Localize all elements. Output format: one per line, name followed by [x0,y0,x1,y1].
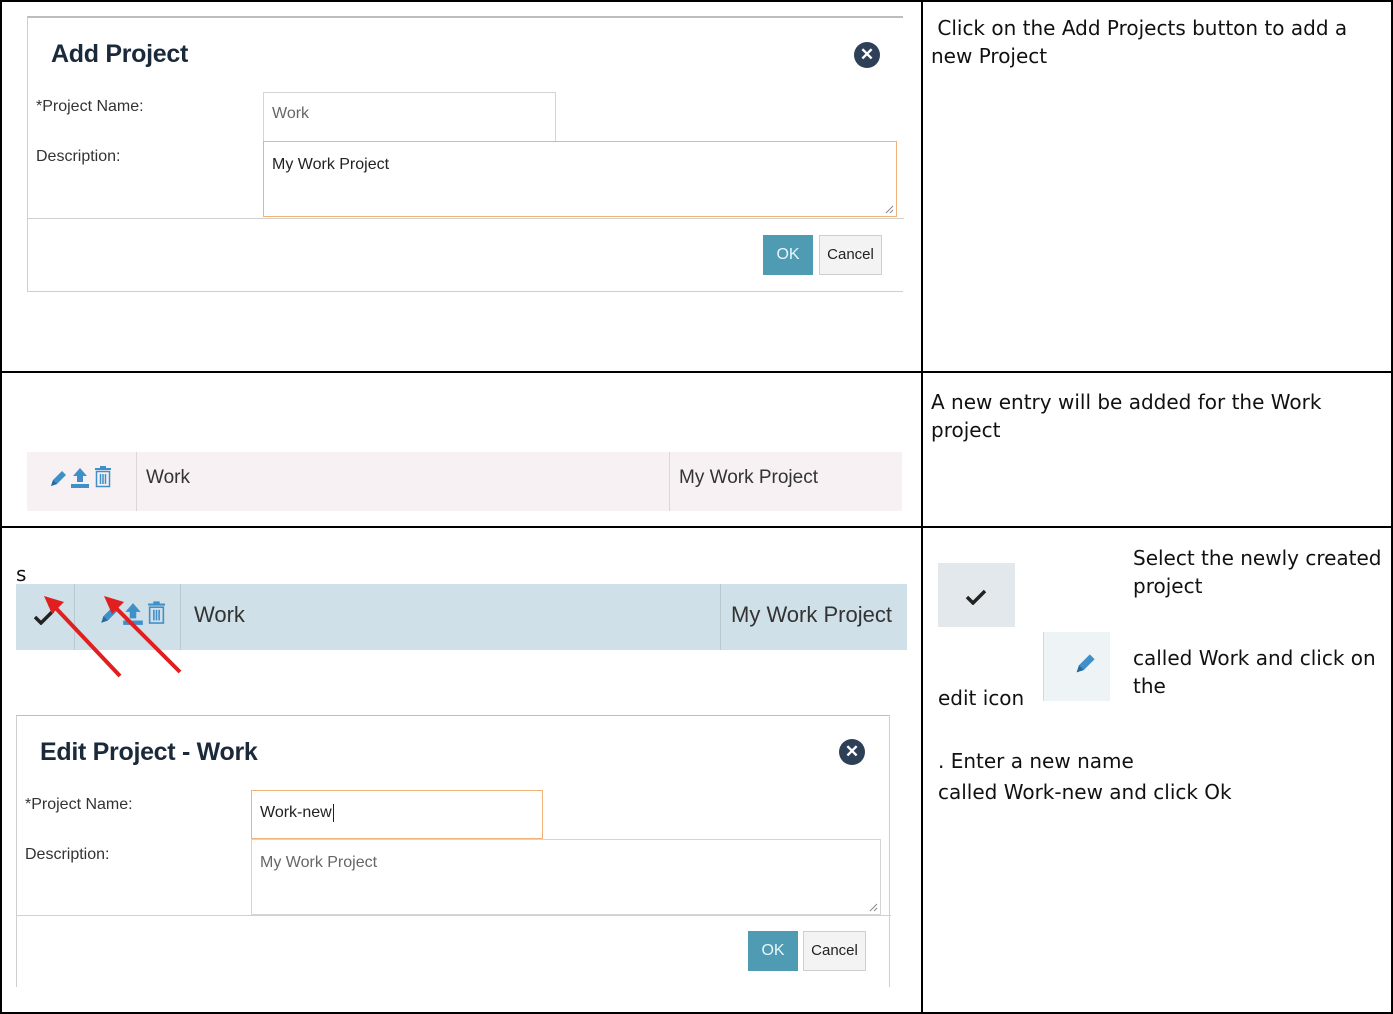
grid-column-divider [669,452,670,511]
grid-column-divider [720,584,721,650]
project-name-cell: Work [146,467,190,488]
instruction-select-project: Select the newly created project [1133,546,1382,598]
pencil-icon-preview [1043,632,1110,701]
pencil-icon [1076,654,1095,673]
description-textarea[interactable]: My Work Project [263,141,897,217]
resize-grip-icon[interactable] [868,902,878,912]
trash-icon[interactable] [94,466,112,488]
resize-grip-icon[interactable] [884,204,894,214]
add-project-dialog: Add Project ✕ *Project Name: Work Descri… [27,16,904,292]
table-row-divider-1 [0,371,1393,373]
table-column-divider [921,0,923,1014]
close-icon[interactable]: ✕ [854,42,880,68]
table-border-top [0,0,1393,2]
grid-column-divider [136,452,137,511]
table-border-left [0,0,2,1014]
checkmark-icon [965,589,987,605]
instruction-called-work: called Work and click on the [1133,646,1376,698]
instruction-add-project: Click on the Add Projects button to add … [931,14,1381,70]
project-name-input[interactable]: Work-new [251,790,543,839]
project-name-input[interactable]: Work [263,92,556,142]
instruction-text: Click on the Add Projects button to add … [931,16,1348,68]
dialog-title: Add Project [51,40,188,68]
project-description-cell: My Work Project [731,602,892,627]
instruction-called-work-new: called Work-new and click Ok [938,780,1232,804]
text-cursor [332,804,334,822]
upload-icon[interactable] [70,467,90,489]
project-name-label: *Project Name: [25,796,133,813]
cancel-button[interactable]: Cancel [803,931,866,971]
project-description-cell: My Work Project [679,467,819,488]
project-name-cell: Work [194,602,245,627]
document-table: Add Project ✕ *Project Name: Work Descri… [0,0,1393,1014]
dialog-footer-divider [28,218,904,219]
instruction-enter-new-name: . Enter a new name [938,749,1134,773]
red-arrows-annotation [44,596,182,678]
cancel-button[interactable]: Cancel [819,235,882,275]
project-list-row[interactable]: Work My Work Project [27,452,902,511]
ok-button[interactable]: OK [748,931,798,971]
project-name-value: Work-new [260,804,332,822]
instruction-edit-icon-label: edit icon [938,686,1025,710]
ok-button[interactable]: OK [763,235,813,275]
dialog-footer-divider [17,915,891,916]
project-name-label: *Project Name: [36,98,144,115]
edit-project-dialog: Edit Project - Work ✕ *Project Name: Wor… [16,715,891,987]
dialog-title: Edit Project - Work [40,738,258,766]
instruction-new-entry: A new entry will be added for the Work p… [931,390,1322,442]
close-icon[interactable]: ✕ [839,739,865,765]
description-label: Description: [25,846,110,863]
table-row-divider-2 [0,526,1393,528]
pencil-icon[interactable] [48,469,68,489]
description-textarea[interactable]: My Work Project [251,839,881,915]
checkmark-icon-preview [938,563,1015,627]
description-label: Description: [36,148,121,165]
